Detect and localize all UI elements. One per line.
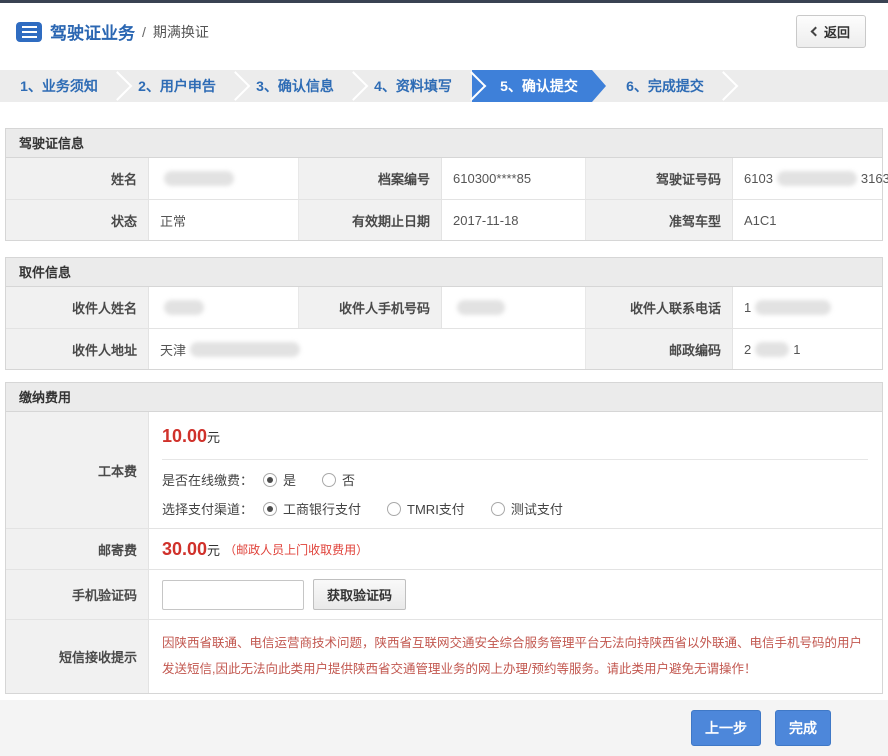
footer-bar: 上一步 完成: [0, 700, 888, 756]
post-fee-amount: 30.00: [162, 539, 207, 560]
license-business-icon: [16, 22, 42, 42]
work-fee-amount: 10.00: [162, 426, 207, 446]
sms-tip-text: 因陕西省联通、电信运营商技术问题，陕西省互联网交通安全综合服务管理平台无法向持陕…: [149, 620, 882, 693]
name-label: 姓名: [6, 158, 149, 199]
finish-button[interactable]: 完成: [775, 710, 831, 746]
recipient-name-value-redacted: [149, 287, 299, 328]
post-fee-label: 邮寄费: [6, 528, 149, 569]
phone-prefix: 1: [744, 300, 751, 315]
work-fee-body: 10.00元 是否在线缴费： 是 否 选择支付渠道： 工商银行支付 TMRI支付…: [149, 412, 882, 528]
channel-test-radio[interactable]: [491, 502, 505, 516]
channel-icbc-radio[interactable]: [263, 502, 277, 516]
license-info-section: 驾驶证信息 姓名 档案编号 610300****85 驾驶证号码 6103316…: [5, 128, 883, 241]
previous-step-button[interactable]: 上一步: [691, 710, 761, 746]
file-no-value: 610300****85: [442, 158, 586, 199]
redacted-blur: [755, 300, 831, 315]
post-fee-note: （邮政人员上门收取费用）: [224, 541, 368, 558]
fees-title: 缴纳费用: [6, 383, 882, 412]
redacted-blur: [755, 342, 789, 357]
breadcrumb-separator: /: [142, 24, 146, 40]
step-wizard: 1、业务须知 2、用户申告 3、确认信息 4、资料填写 5、确认提交 6、完成提…: [0, 70, 888, 102]
recipient-mobile-label: 收件人手机号码: [299, 287, 442, 328]
postcode-prefix: 2: [744, 342, 751, 357]
postcode-label: 邮政编码: [586, 328, 733, 369]
sms-tip-cell: 因陕西省联通、电信运营商技术问题，陕西省互联网交通安全综合服务管理平台无法向持陕…: [149, 619, 882, 693]
back-button-label: 返回: [824, 22, 850, 41]
channel-tmri-radio[interactable]: [387, 502, 401, 516]
work-fee-unit: 元: [207, 430, 220, 445]
license-no-label: 驾驶证号码: [586, 158, 733, 199]
sms-tip-label: 短信接收提示: [6, 619, 149, 693]
valid-date-value: 2017-11-18: [442, 199, 586, 240]
fee-divider: [162, 459, 868, 460]
channel-icbc-label: 工商银行支付: [283, 499, 361, 518]
redacted-blur: [164, 171, 234, 186]
redacted-blur: [457, 300, 505, 315]
online-pay-yes-radio[interactable]: [263, 473, 277, 487]
sms-code-row: 获取验证码: [149, 569, 882, 619]
breadcrumb-current: 期满换证: [153, 22, 209, 42]
license-no-suffix: 3163X: [861, 171, 888, 186]
get-code-button[interactable]: 获取验证码: [313, 579, 406, 610]
work-fee-label: 工本费: [6, 412, 149, 528]
postcode-suffix: 1: [793, 342, 800, 357]
recipient-mobile-value-redacted: [442, 287, 586, 328]
work-fee-amount-line: 10.00元: [162, 412, 882, 459]
pay-channel-question: 选择支付渠道：: [162, 499, 253, 518]
file-no-label: 档案编号: [299, 158, 442, 199]
post-fee-value: 30.00元 （邮政人员上门收取费用）: [149, 528, 882, 569]
redacted-blur: [190, 342, 300, 357]
back-button[interactable]: 返回: [796, 15, 866, 48]
post-fee-unit: 元: [207, 540, 220, 559]
back-chevron-icon: [811, 27, 821, 37]
online-pay-question: 是否在线缴费：: [162, 470, 253, 489]
step-1-business-notice[interactable]: 1、业务须知: [0, 70, 118, 102]
sms-code-input[interactable]: [162, 580, 304, 610]
page-title: 驾驶证业务: [50, 19, 135, 44]
step-2-user-declaration[interactable]: 2、用户申告: [118, 70, 236, 102]
license-info-title: 驾驶证信息: [6, 129, 882, 158]
recipient-name-label: 收件人姓名: [6, 287, 149, 328]
vehicle-type-label: 准驾车型: [586, 199, 733, 240]
online-pay-yes-label: 是: [283, 470, 296, 489]
sms-code-label: 手机验证码: [6, 569, 149, 619]
postcode-value: 21: [733, 328, 882, 369]
status-label: 状态: [6, 199, 149, 240]
address-prefix: 天津: [160, 340, 186, 359]
step-6-complete-submit[interactable]: 6、完成提交: [606, 70, 724, 102]
redacted-blur: [164, 300, 204, 315]
online-pay-no-radio[interactable]: [322, 473, 336, 487]
online-pay-row: 是否在线缴费： 是 否: [162, 470, 882, 489]
recipient-phone-value: 1: [733, 287, 882, 328]
step-5-confirm-submit[interactable]: 5、确认提交: [472, 70, 606, 102]
redacted-blur: [777, 171, 857, 186]
channel-tmri-label: TMRI支付: [407, 499, 465, 518]
valid-date-label: 有效期止日期: [299, 199, 442, 240]
status-value: 正常: [149, 199, 299, 240]
pay-channel-row: 选择支付渠道： 工商银行支付 TMRI支付 测试支付: [162, 499, 882, 518]
pickup-info-section: 取件信息 收件人姓名 收件人手机号码 收件人联系电话 1 收件人地址 天津 邮政…: [5, 257, 883, 370]
fees-section: 缴纳费用 工本费 10.00元 是否在线缴费： 是 否 选择支付渠道： 工商银行…: [5, 382, 883, 694]
step-wizard-filler: [724, 70, 888, 102]
pickup-info-title: 取件信息: [6, 258, 882, 287]
address-label: 收件人地址: [6, 328, 149, 369]
step-4-fill-data[interactable]: 4、资料填写: [354, 70, 472, 102]
address-value: 天津: [149, 328, 586, 369]
recipient-phone-label: 收件人联系电话: [586, 287, 733, 328]
license-no-prefix: 6103: [744, 171, 773, 186]
license-no-value: 6103 3163X: [733, 158, 888, 199]
online-pay-no-label: 否: [342, 470, 355, 489]
channel-test-label: 测试支付: [511, 499, 563, 518]
name-value-redacted: [149, 158, 299, 199]
step-3-confirm-info[interactable]: 3、确认信息: [236, 70, 354, 102]
vehicle-type-value: A1C1: [733, 199, 882, 240]
page-header: 驾驶证业务 / 期满换证 返回: [0, 3, 888, 60]
